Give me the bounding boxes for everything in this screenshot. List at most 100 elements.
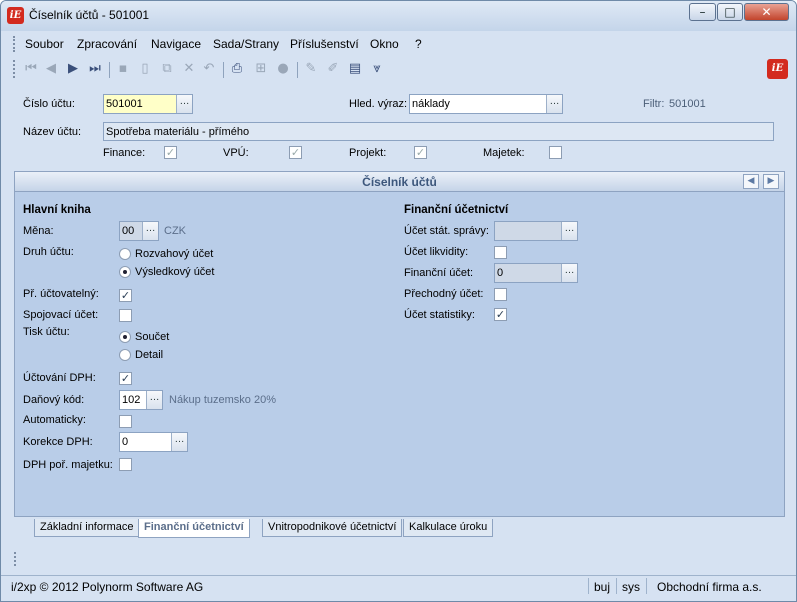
previous-record-icon[interactable]: ◀ xyxy=(43,61,59,77)
druh-rozvahovy-label: Rozvahový účet xyxy=(135,248,214,260)
menu-help[interactable]: ? xyxy=(415,37,422,51)
hled-vyraz-lookup-button[interactable]: … xyxy=(546,95,562,113)
mena-value: 00 xyxy=(122,225,135,237)
tab-kalkulace-uroku[interactable]: Kalkulace úroku xyxy=(403,519,494,537)
menu-prislusenstvi[interactable]: Příslušenství xyxy=(290,37,359,51)
copy-icon[interactable]: ⧉ xyxy=(159,61,175,77)
close-button[interactable]: ✕ xyxy=(744,3,789,21)
danovy-kod-input[interactable]: 102 … xyxy=(119,390,163,410)
vpu-checkbox[interactable]: ✓ xyxy=(289,146,302,159)
status-db: sys xyxy=(622,580,640,594)
tisk-detail-radio[interactable] xyxy=(119,349,131,361)
nazev-uctu-input[interactable]: Spotřeba materiálu - přímého xyxy=(103,122,774,141)
tisk-detail-label: Detail xyxy=(135,349,164,361)
uctovani-dph-checkbox[interactable]: ✓ xyxy=(119,372,132,385)
tisk-soucet-radio[interactable] xyxy=(119,331,131,343)
ucet-stat-spravy-lookup-button[interactable]: … xyxy=(561,222,577,240)
toolbar-grip xyxy=(13,60,15,78)
tab-zakladni-informace[interactable]: Základní informace xyxy=(34,519,140,537)
delete-icon[interactable]: ✕ xyxy=(181,61,197,77)
edit-icon[interactable]: ✎ xyxy=(303,61,319,77)
menu-soubor[interactable]: Soubor xyxy=(25,37,64,51)
edit-note-icon[interactable]: ✐ xyxy=(325,61,341,77)
app-logo-icon: iE xyxy=(7,7,24,24)
tab-financni-ucetnictvi[interactable]: Finanční účetnictví xyxy=(138,519,250,538)
table-edit-icon[interactable]: ▤ xyxy=(347,61,363,77)
title-bar: iE Číselník účtů - 501001 – □ ✕ xyxy=(1,1,796,31)
record-status-icon[interactable]: ● xyxy=(275,61,291,77)
hled-vyraz-label: Hled. výraz: xyxy=(349,98,408,110)
ucet-stat-spravy-input[interactable]: … xyxy=(494,221,578,241)
bottom-grip xyxy=(14,552,16,566)
new-document-icon[interactable]: ▯ xyxy=(137,61,153,77)
save-icon[interactable]: ▪ xyxy=(115,61,131,77)
finance-checkbox[interactable]: ✓ xyxy=(164,146,177,159)
financni-ucet-input[interactable]: 0 … xyxy=(494,263,578,283)
financni-ucet-lookup-button[interactable]: … xyxy=(561,264,577,282)
app-brand-icon: iE xyxy=(767,59,788,79)
cislo-uctu-label: Číslo účtu: xyxy=(23,98,75,110)
ucet-statistiky-checkbox[interactable]: ✓ xyxy=(494,308,507,321)
tab-vnitropodnikove-ucetnictvi[interactable]: Vnitropodnikové účetnictví xyxy=(262,519,403,537)
pr-uctovatelny-label: Př. účtovatelný: xyxy=(23,288,99,300)
next-record-icon[interactable]: ▶ xyxy=(65,61,81,77)
undo-icon[interactable]: ↶ xyxy=(201,61,217,77)
vpu-label: VPÚ: xyxy=(223,147,249,159)
spojovaci-checkbox[interactable] xyxy=(119,309,132,322)
status-separator xyxy=(646,578,647,594)
mena-lookup-button[interactable]: … xyxy=(142,222,158,240)
filtr-label: Filtr: xyxy=(643,98,665,110)
korekce-dph-value: 0 xyxy=(122,436,129,448)
structure-icon[interactable]: ⊞ xyxy=(253,61,269,77)
prechodny-ucet-label: Přechodný účet: xyxy=(404,288,484,300)
prechodny-ucet-checkbox[interactable] xyxy=(494,288,507,301)
print-icon[interactable]: ⎙ xyxy=(229,61,245,77)
financni-ucet-label: Finanční účet: xyxy=(404,267,474,279)
first-record-icon[interactable]: ⏮ xyxy=(23,61,39,77)
maximize-button[interactable]: □ xyxy=(717,3,743,21)
minimize-button[interactable]: – xyxy=(689,3,716,21)
dph-majetku-checkbox[interactable] xyxy=(119,458,132,471)
ucet-likvidity-checkbox[interactable] xyxy=(494,246,507,259)
mena-input[interactable]: 00 … xyxy=(119,221,159,241)
toolbar-separator xyxy=(223,62,224,78)
druh-vysledkovy-radio[interactable] xyxy=(119,266,131,278)
korekce-dph-lookup-button[interactable]: … xyxy=(171,433,187,451)
mena-name: CZK xyxy=(164,225,186,237)
status-separator xyxy=(588,578,589,594)
hled-vyraz-input[interactable]: náklady … xyxy=(409,94,563,114)
ucet-stat-spravy-label: Účet stát. správy: xyxy=(404,225,489,237)
majetek-label: Majetek: xyxy=(483,147,525,159)
cislo-uctu-lookup-button[interactable]: … xyxy=(176,95,192,113)
hled-vyraz-value: náklady xyxy=(412,98,450,110)
ucet-statistiky-label: Účet statistiky: xyxy=(404,309,475,321)
menu-sada-strany[interactable]: Sada/Strany xyxy=(213,37,279,51)
toolbar-separator xyxy=(109,62,110,78)
ucet-likvidity-label: Účet likvidity: xyxy=(404,246,469,258)
status-bar: i/2xp © 2012 Polynorm Software AG buj sy… xyxy=(1,575,796,595)
mena-label: Měna: xyxy=(23,225,54,237)
menu-navigace[interactable]: Navigace xyxy=(151,37,201,51)
pr-uctovatelny-checkbox[interactable]: ✓ xyxy=(119,289,132,302)
panel-title: Číselník účtů xyxy=(15,172,784,192)
korekce-dph-input[interactable]: 0 … xyxy=(119,432,188,452)
menu-okno[interactable]: Okno xyxy=(370,37,399,51)
toolbar-separator xyxy=(297,62,298,78)
filter-icon[interactable]: ⩔ xyxy=(369,61,385,77)
panel-prev-icon[interactable]: ◀ xyxy=(743,174,759,189)
menubar-grip xyxy=(13,36,15,52)
projekt-checkbox[interactable]: ✓ xyxy=(414,146,427,159)
panel-next-icon[interactable]: ▶ xyxy=(763,174,779,189)
status-separator xyxy=(616,578,617,594)
last-record-icon[interactable]: ⏭ xyxy=(87,61,103,77)
danovy-kod-lookup-button[interactable]: … xyxy=(146,391,162,409)
menu-bar: Soubor Zpracování Navigace Sada/Strany P… xyxy=(5,33,792,55)
filtr-value: 501001 xyxy=(669,98,706,110)
automaticky-checkbox[interactable] xyxy=(119,415,132,428)
spojovaci-label: Spojovací účet: xyxy=(23,309,99,321)
menu-zpracovani[interactable]: Zpracování xyxy=(77,37,137,51)
druh-rozvahovy-radio[interactable] xyxy=(119,248,131,260)
finance-label: Finance: xyxy=(103,147,146,159)
majetek-checkbox[interactable] xyxy=(549,146,562,159)
cislo-uctu-input[interactable]: 501001 … xyxy=(103,94,193,114)
